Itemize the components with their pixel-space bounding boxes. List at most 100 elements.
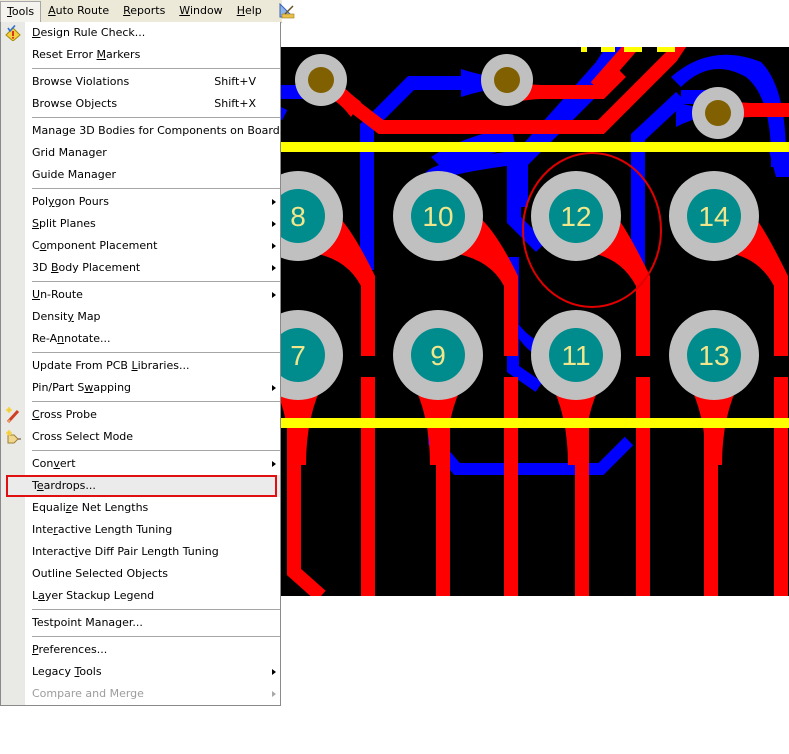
menu-item-label: Update From PCB Libraries...: [32, 359, 190, 372]
submenu-arrow-icon: [272, 669, 276, 675]
tools-menu: Design Rule Check... Reset Error Markers B…: [0, 22, 290, 706]
submenu-arrow-icon: [272, 221, 276, 227]
submenu-arrow-icon: [272, 691, 276, 697]
pcb-canvas[interactable]: 8 10 12 14 7 9 11 13: [281, 47, 789, 596]
menu-item-legacy-tools[interactable]: Legacy Tools: [1, 661, 280, 683]
menu-item-label: Browse Objects: [32, 97, 118, 110]
menu-item-design-rule-check[interactable]: Design Rule Check...: [1, 22, 280, 44]
menu-auto-route[interactable]: Auto Route: [41, 1, 116, 21]
menu-item-cross-select-mode[interactable]: Cross Select Mode: [1, 426, 280, 448]
via-hole: [705, 100, 731, 126]
menu-item-label: Un-Route: [32, 288, 83, 301]
menubar: Tools Auto Route Reports Window Help: [0, 0, 295, 23]
menu-item-label: Cross Select Mode: [32, 430, 134, 443]
menu-item-label: Browse Violations: [32, 75, 130, 88]
menu-item-label: Reset Error Markers: [32, 48, 141, 61]
menu-item-label: Convert: [32, 457, 76, 470]
menu-item-label: Manage 3D Bodies for Components on Board…: [32, 124, 291, 137]
menu-item-3d-body-placement[interactable]: 3D Body Placement: [1, 257, 280, 279]
submenu-arrow-icon: [272, 199, 276, 205]
menu-item-compare-and-merge: Compare and Merge: [1, 683, 280, 705]
overlay-mark: [624, 47, 642, 52]
menu-item-label: Legacy Tools: [32, 665, 102, 678]
menu-item-grid-manager[interactable]: Grid Manager: [1, 142, 280, 164]
menu-item-interactive-diff-pair-length-tuning[interactable]: Interactive Diff Pair Length Tuning: [1, 541, 280, 563]
menu-item-testpoint-manager[interactable]: Testpoint Manager...: [1, 612, 280, 634]
menu-item-browse-objects[interactable]: Browse Objects Shift+X: [1, 93, 280, 115]
via-hole: [494, 67, 520, 93]
menu-window[interactable]: Window: [172, 1, 229, 21]
bottom-track: [428, 427, 634, 475]
menu-item-label: Preferences...: [32, 643, 108, 656]
menu-item-guide-manager[interactable]: Guide Manager: [1, 164, 280, 186]
menu-item-split-planes[interactable]: Split Planes: [1, 213, 280, 235]
menu-item-un-route[interactable]: Un-Route: [1, 284, 280, 306]
menu-item-label: Outline Selected Objects: [32, 567, 169, 580]
overlay-mark: [657, 47, 675, 52]
menu-item-teardrops[interactable]: Teardrops...: [1, 475, 280, 497]
submenu-arrow-icon: [272, 243, 276, 249]
menu-item-component-placement[interactable]: Component Placement: [1, 235, 280, 257]
pad-label: 11: [561, 340, 590, 371]
overlay-line: [281, 418, 789, 428]
menu-item-label: Density Map: [32, 310, 101, 323]
menu-reports[interactable]: Reports: [116, 1, 172, 21]
submenu-arrow-icon: [272, 292, 276, 298]
menu-item-re-annotate[interactable]: Re-Annotate...: [1, 328, 280, 350]
menu-item-browse-violations[interactable]: Browse Violations Shift+V: [1, 71, 280, 93]
cross-probe-icon: [5, 407, 21, 424]
cross-select-icon: [5, 429, 21, 445]
menu-item-polygon-pours[interactable]: Polygon Pours: [1, 191, 280, 213]
menu-item-label: Design Rule Check...: [32, 26, 146, 39]
menu-item-label: Re-Annotate...: [32, 332, 111, 345]
menu-item-label: Compare and Merge: [32, 687, 144, 700]
pad-label: 8: [290, 201, 306, 232]
menu-item-label: Polygon Pours: [32, 195, 109, 208]
menu-item-label: Grid Manager: [32, 146, 107, 159]
menu-item-label: Interactive Length Tuning: [32, 523, 173, 536]
overlay-mark: [601, 47, 615, 52]
submenu-arrow-icon: [272, 265, 276, 271]
menu-item-preferences[interactable]: Preferences...: [1, 639, 280, 661]
red-highlight-box: [6, 475, 277, 497]
menu-item-label: Split Planes: [32, 217, 96, 230]
menu-item-label: 3D Body Placement: [32, 261, 141, 274]
submenu-arrow-icon: [272, 461, 276, 467]
pad-label: 9: [430, 340, 446, 371]
menu-item-update-from-pcb-libraries[interactable]: Update From PCB Libraries...: [1, 355, 280, 377]
menu-item-label: Layer Stackup Legend: [32, 589, 155, 602]
menu-item-reset-error-markers[interactable]: Reset Error Markers: [1, 44, 280, 66]
menu-item-cross-probe[interactable]: Cross Probe: [1, 404, 280, 426]
pcb-drawing[interactable]: 8 10 12 14 7 9 11 13: [281, 47, 789, 596]
drc-check-icon: [5, 24, 21, 42]
menu-item-interactive-length-tuning[interactable]: Interactive Length Tuning: [1, 519, 280, 541]
menu-item-label: Guide Manager: [32, 168, 117, 181]
menu-help[interactable]: Help: [230, 1, 269, 21]
overlay-mark: [581, 47, 587, 52]
menu-item-manage-3d-bodies-for-components-on-board[interactable]: Manage 3D Bodies for Components on Board…: [1, 120, 290, 142]
via-hole: [308, 67, 334, 93]
pad-label: 14: [698, 201, 729, 232]
pad-label: 7: [290, 340, 306, 371]
menu-item-outline-selected-objects[interactable]: Outline Selected Objects: [1, 563, 280, 585]
menu-item-label: Testpoint Manager...: [32, 616, 143, 629]
menu-item-label: Pin/Part Swapping: [32, 381, 132, 394]
menu-item-pin-part-swapping[interactable]: Pin/Part Swapping: [1, 377, 280, 399]
menu-item-density-map[interactable]: Density Map: [1, 306, 280, 328]
pad-label: 13: [698, 340, 729, 371]
overlay-line: [281, 142, 789, 152]
submenu-arrow-icon: [272, 385, 276, 391]
menu-item-label: Component Placement: [32, 239, 158, 252]
menu-item-label: Interactive Diff Pair Length Tuning: [32, 545, 219, 558]
pad-label: 10: [422, 201, 453, 232]
menu-item-layer-stackup-legend[interactable]: Layer Stackup Legend: [1, 585, 280, 607]
pad-label: 12: [560, 201, 591, 232]
menu-item-label: Cross Probe: [32, 408, 97, 421]
menu-item-label: Equalize Net Lengths: [32, 501, 149, 514]
menu-item-equalize-net-lengths[interactable]: Equalize Net Lengths: [1, 497, 280, 519]
menu-item-convert[interactable]: Convert: [1, 453, 280, 475]
menu-item-shortcut: Shift+V: [214, 75, 256, 88]
layer-stack-ruler-icon[interactable]: [279, 2, 295, 19]
menu-item-shortcut: Shift+X: [214, 97, 256, 110]
menu-tools[interactable]: Tools: [0, 0, 42, 23]
